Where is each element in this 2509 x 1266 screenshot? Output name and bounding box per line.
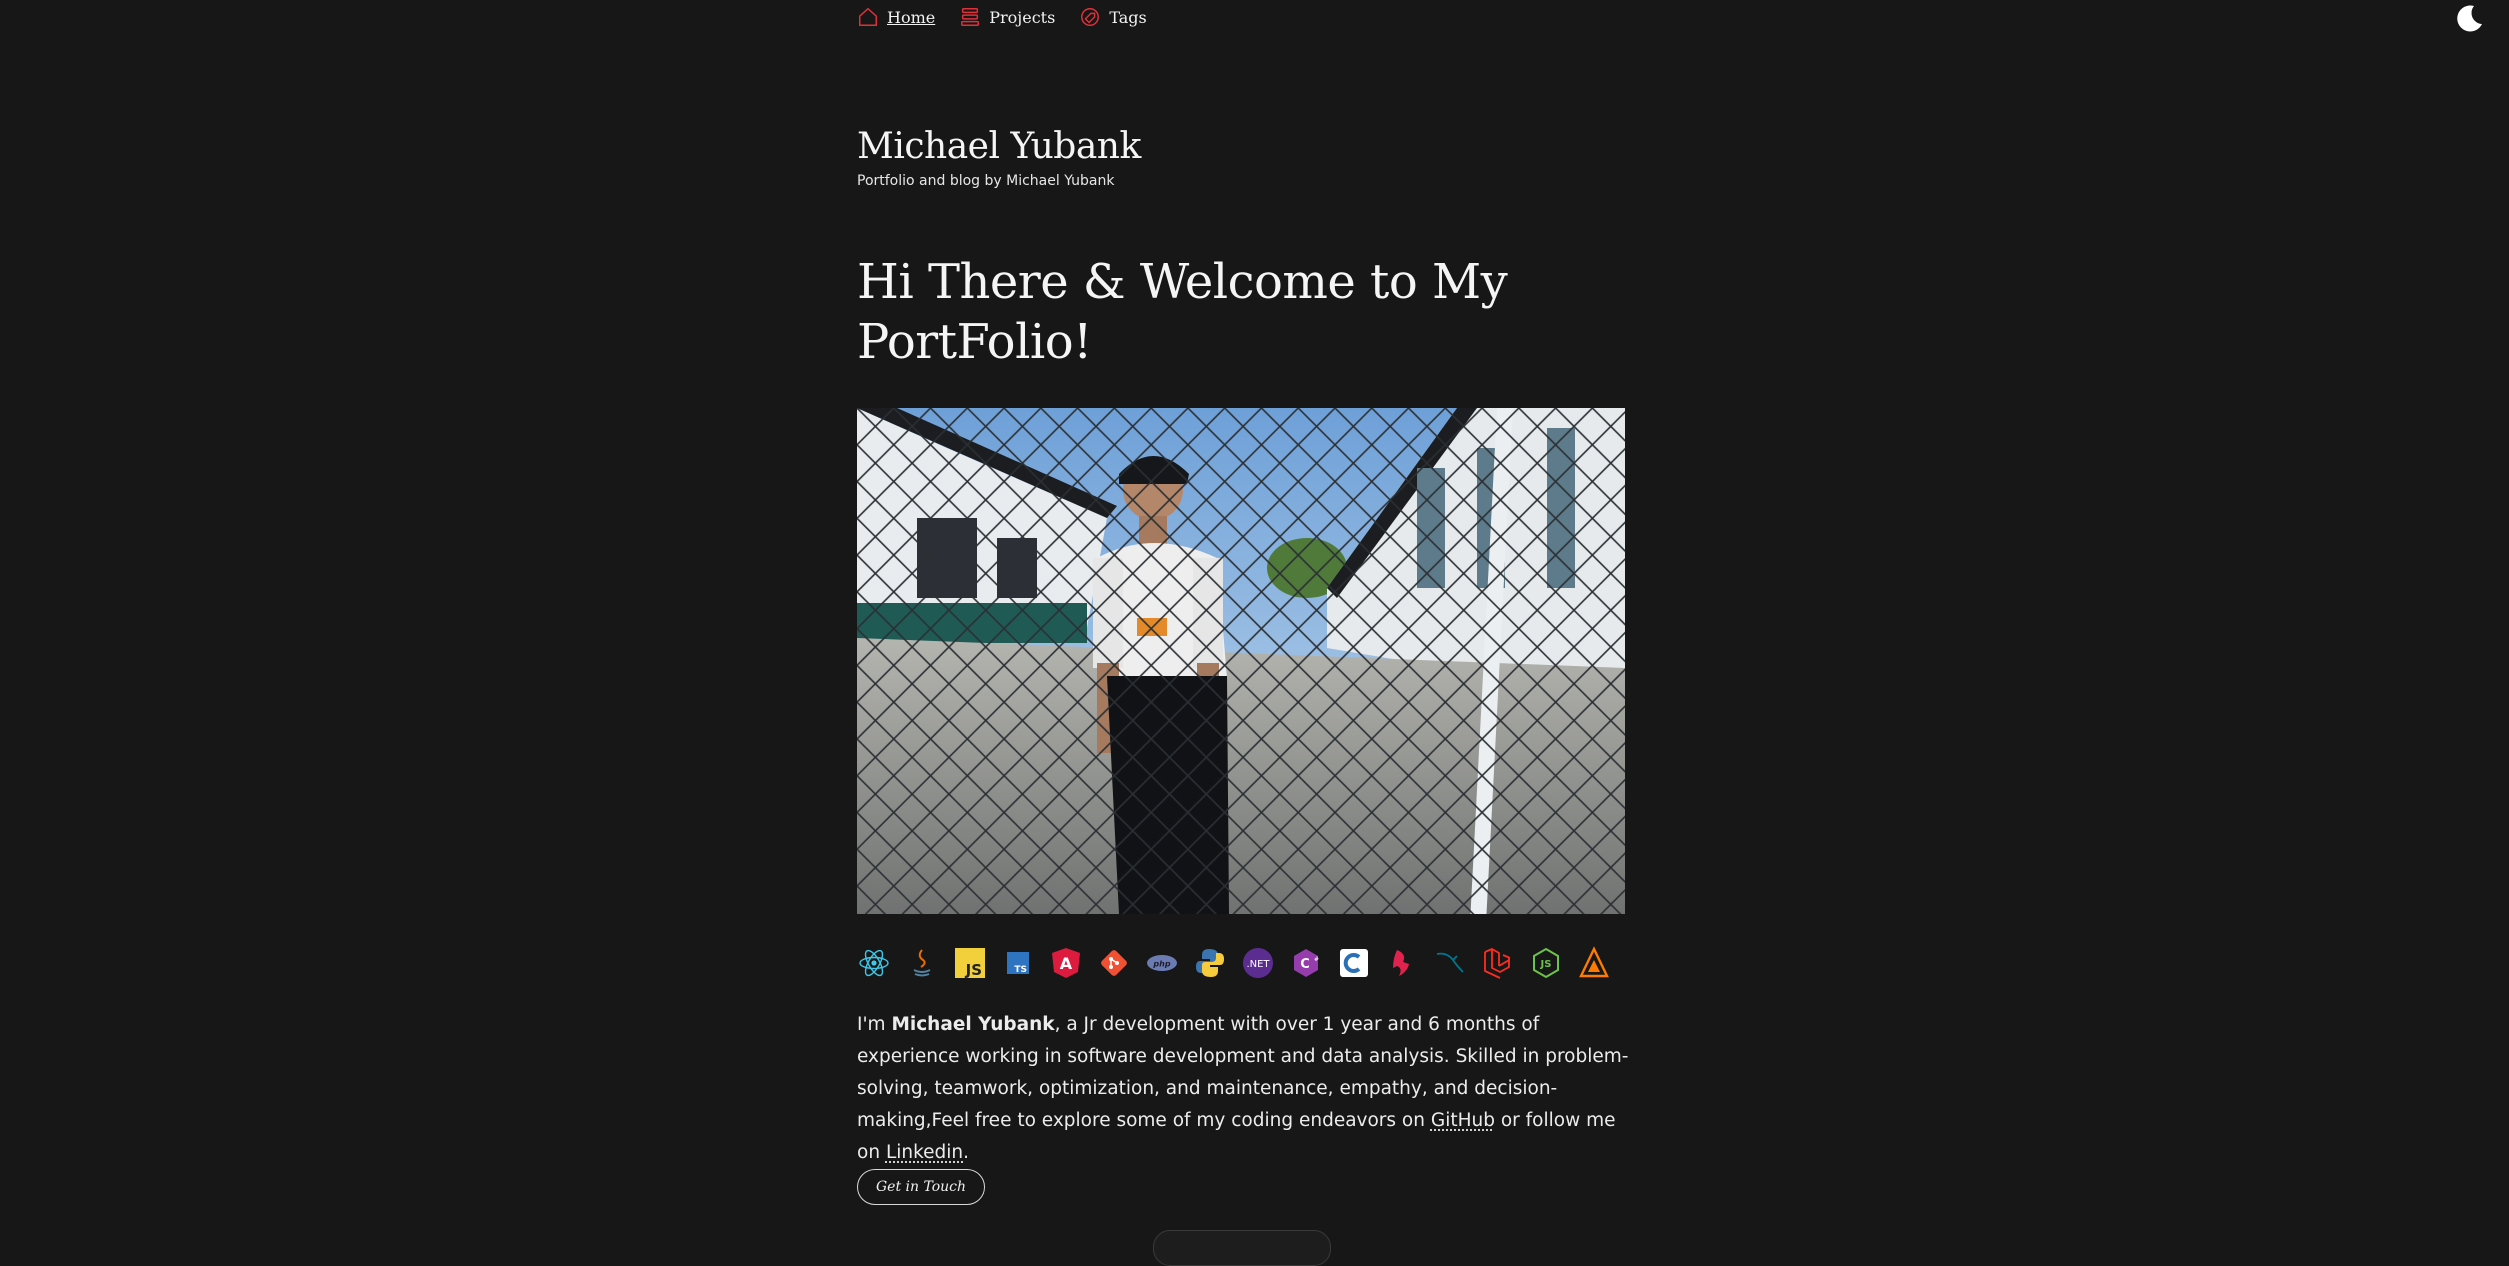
site-subtitle: Portfolio and blog by Michael Yubank — [857, 173, 1115, 189]
java-icon — [905, 946, 939, 980]
tech-stack-icons: JS TS A php .NET C # JS — [857, 946, 1611, 980]
home-icon — [859, 7, 877, 26]
git-icon — [1097, 946, 1131, 980]
nav-projects[interactable]: Projects — [959, 6, 1055, 28]
javascript-icon: JS — [953, 946, 987, 980]
svg-text:php: php — [1152, 960, 1170, 969]
svg-text:.NET: .NET — [1246, 959, 1270, 970]
nav-home-label: Home — [887, 7, 936, 27]
about-end: . — [963, 1142, 970, 1163]
nav-tags-label: Tags — [1109, 7, 1147, 27]
svg-text:JS: JS — [1540, 959, 1552, 970]
svg-text:C: C — [1300, 957, 1310, 972]
c-icon — [1337, 946, 1371, 980]
tags-icon — [1081, 8, 1100, 26]
hero-heading: Hi There & Welcome to My PortFolio! — [857, 254, 1508, 370]
python-icon — [1193, 946, 1227, 980]
about-paragraph: I'm Michael Yubank, a Jr development wit… — [857, 1009, 1637, 1169]
nav-projects-label: Projects — [989, 7, 1056, 27]
nestjs-icon — [1385, 946, 1419, 980]
github-link[interactable]: GitHub — [1431, 1110, 1495, 1131]
react-icon — [857, 946, 891, 980]
svg-text:JS: JS — [965, 961, 982, 979]
svg-text:A: A — [1060, 954, 1073, 973]
php-icon: php — [1145, 946, 1179, 980]
nav-tags[interactable]: Tags — [1079, 6, 1147, 28]
angular-icon: A — [1049, 946, 1083, 980]
profile-photo — [857, 408, 1625, 914]
laravel-icon — [1481, 946, 1515, 980]
bottom-social-bar[interactable] — [1153, 1230, 1331, 1266]
typescript-icon: TS — [1001, 946, 1035, 980]
moon-icon — [2457, 5, 2482, 32]
main-nav: Home Projects Tags — [857, 6, 1147, 28]
svg-text:TS: TS — [1014, 965, 1027, 975]
linkedin-link[interactable]: Linkedin — [886, 1142, 963, 1163]
nav-home[interactable]: Home — [857, 6, 935, 28]
about-name: Michael Yubank — [891, 1014, 1055, 1035]
theme-toggle-button[interactable] — [2452, 2, 2486, 36]
mysql-icon — [1433, 946, 1467, 980]
nodejs-icon: JS — [1529, 946, 1563, 980]
csharp-icon: C # — [1289, 946, 1323, 980]
site-title[interactable]: Michael Yubank — [857, 126, 1141, 167]
projects-icon — [961, 8, 980, 26]
aws-amplify-icon — [1577, 946, 1611, 980]
about-intro: I'm — [857, 1014, 892, 1035]
dotnet-icon: .NET — [1241, 946, 1275, 980]
get-in-touch-button[interactable]: Get in Touch — [857, 1169, 985, 1205]
svg-text:#: # — [1314, 956, 1319, 963]
